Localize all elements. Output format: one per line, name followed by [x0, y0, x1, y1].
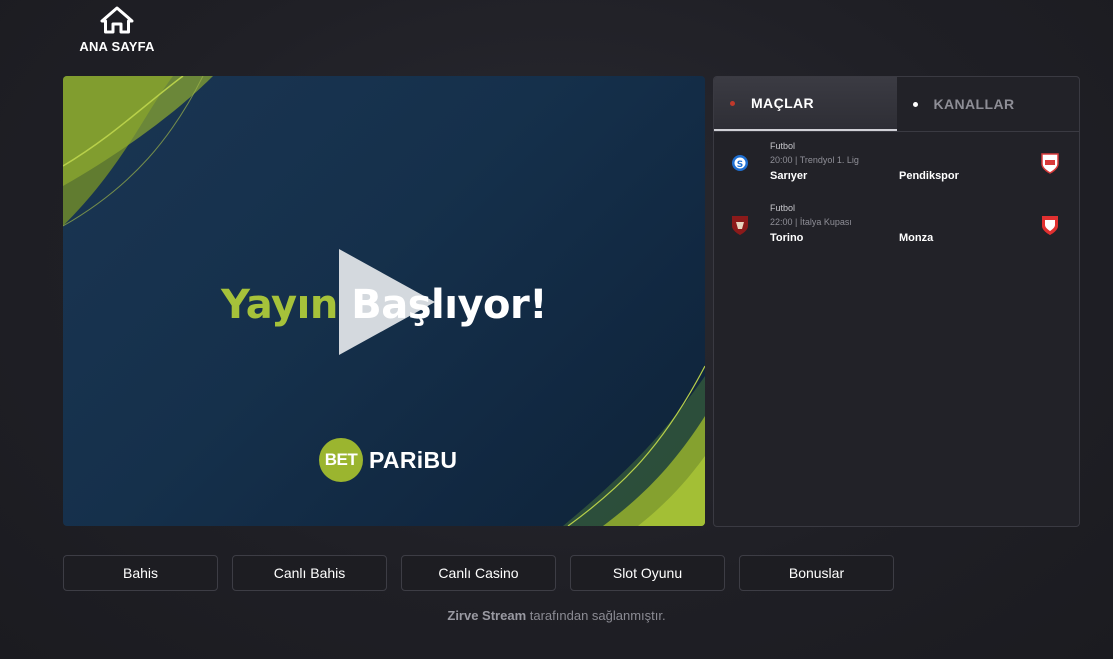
match-sport: Futbol: [770, 141, 796, 151]
tab-kanallar[interactable]: KANALLAR: [897, 77, 1080, 131]
match-sport: Futbol: [770, 203, 796, 213]
monza-crest-icon: [1042, 216, 1058, 235]
footer-brand: Zirve Stream: [447, 608, 527, 623]
tab-label: MAÇLAR: [751, 95, 815, 111]
pendikspor-crest-icon: [1041, 153, 1059, 174]
away-team: Monza: [899, 232, 934, 244]
away-team: Pendikspor: [899, 170, 959, 182]
dot-icon: [912, 101, 918, 107]
match-row[interactable]: Futbol 22:00 | İtalya Kupası Torino Monz…: [714, 194, 1079, 256]
home-team: Sarıyer: [770, 170, 808, 182]
home-link[interactable]: ANA SAYFA: [72, 6, 162, 54]
sariyer-crest-icon: S: [732, 155, 748, 171]
footer-text: tarafından sağlanmıştır.: [526, 608, 666, 623]
headline-word-1: Yayın: [221, 282, 338, 328]
home-team: Torino: [770, 232, 804, 244]
category-buttons: Bahis Canlı Bahis Canlı Casino Slot Oyun…: [63, 555, 894, 591]
canli-casino-button[interactable]: Canlı Casino: [401, 555, 556, 591]
schedule-panel: MAÇLAR KANALLAR S Futbol 20:00 | Trendyo…: [713, 76, 1080, 527]
live-dot-icon: [730, 100, 735, 106]
play-button[interactable]: [337, 247, 437, 357]
tab-label: KANALLAR: [933, 96, 1015, 112]
match-row[interactable]: S Futbol 20:00 | Trendyol 1. Lig Sarıyer…: [714, 132, 1079, 194]
svg-text:S: S: [737, 160, 743, 170]
torino-crest-icon: [732, 216, 748, 235]
brand-mark: BET: [319, 438, 363, 482]
home-icon: [100, 6, 134, 34]
tab-maclar[interactable]: MAÇLAR: [714, 77, 897, 131]
footer-credit: Zirve Stream tarafından sağlanmıştır.: [0, 608, 1113, 623]
match-meta: 20:00 | Trendyol 1. Lig: [770, 155, 859, 165]
match-meta: 22:00 | İtalya Kupası: [770, 217, 852, 227]
panel-tabs: MAÇLAR KANALLAR: [714, 77, 1079, 132]
brand-logo: BET PARiBU: [319, 438, 457, 482]
bonuslar-button[interactable]: Bonuslar: [739, 555, 894, 591]
home-label: ANA SAYFA: [79, 39, 155, 54]
slot-oyunu-button[interactable]: Slot Oyunu: [570, 555, 725, 591]
brand-name: PARiBU: [369, 446, 458, 473]
video-player[interactable]: Yayın Başlıyor! BET PARiBU: [63, 76, 705, 526]
bahis-button[interactable]: Bahis: [63, 555, 218, 591]
canli-bahis-button[interactable]: Canlı Bahis: [232, 555, 387, 591]
